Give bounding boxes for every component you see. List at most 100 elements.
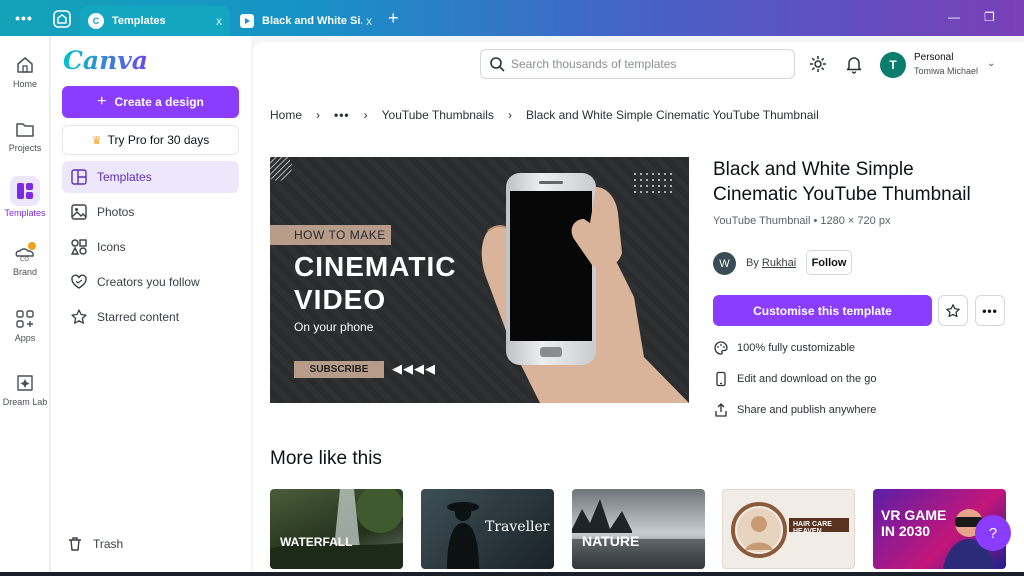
try-pro-button[interactable]: ♛ Try Pro for 30 days [62, 125, 239, 155]
create-design-label: Create a design [114, 95, 204, 109]
nav-item-icons[interactable]: Icons [62, 231, 239, 263]
restore-button[interactable]: ❐ [984, 10, 995, 24]
chevron-right-icon: › [363, 108, 368, 122]
feature-label: Edit and download on the go [737, 373, 877, 385]
rail-item-dream-lab[interactable]: Dream Lab [0, 372, 50, 407]
trash-label: Trash [93, 537, 124, 551]
more-like-this-heading: More like this [270, 448, 382, 469]
hatched-circle-decoration [270, 157, 292, 181]
canva-logo[interactable]: Canva [63, 46, 148, 75]
minimize-button[interactable]: — [948, 10, 960, 24]
preview-how-to-label: HOW TO MAKE [270, 225, 391, 245]
more-options-button[interactable]: ••• [975, 295, 1005, 326]
tab-title: Templates [112, 15, 166, 27]
feature-edit-download: Edit and download on the go [713, 371, 876, 387]
star-icon [946, 303, 960, 317]
templates-icon [17, 183, 33, 199]
trash-button[interactable]: Trash [67, 536, 123, 552]
template-preview[interactable]: HOW TO MAKE CINEMATIC VIDEO On your phon… [270, 157, 689, 403]
apps-icon [16, 310, 34, 328]
feature-share-publish: Share and publish anywhere [713, 402, 876, 418]
star-button[interactable] [938, 295, 968, 326]
breadcrumb-category[interactable]: YouTube Thumbnails [382, 108, 494, 122]
nav-label: Templates [97, 170, 152, 184]
creator-avatar[interactable]: W [713, 252, 736, 275]
nav-label: Starred content [97, 310, 180, 324]
more-dots-icon: ••• [982, 303, 998, 318]
nav-item-creators[interactable]: Creators you follow [62, 266, 239, 298]
rail-item-home[interactable]: Home [0, 54, 50, 89]
rail-item-projects[interactable]: Projects [0, 118, 50, 153]
rail-item-templates[interactable]: Templates [0, 176, 50, 218]
related-template-traveller[interactable]: Traveller [421, 489, 554, 569]
home-icon [17, 57, 33, 73]
new-tab-button[interactable]: + [388, 8, 399, 29]
rail-label: Projects [8, 143, 42, 153]
folder-icon [16, 123, 34, 137]
tab-templates[interactable]: C Templates x [80, 6, 230, 36]
breadcrumb-home[interactable]: Home [270, 108, 302, 122]
template-title: Black and White Simple Cinematic YouTube… [713, 159, 971, 205]
search-icon [490, 57, 505, 72]
dot-grid-decoration [634, 173, 672, 193]
dream-lab-icon [17, 375, 33, 391]
youtube-favicon-icon [240, 14, 254, 28]
related-template-hair-care[interactable]: HAIR CARE HEAVEN [722, 489, 855, 569]
create-design-button[interactable]: + Create a design [62, 86, 239, 118]
trash-icon [69, 537, 81, 551]
taskbar-edge [0, 572, 1024, 576]
preview-arrows-icon: ◀◀◀◀ [392, 361, 436, 376]
rail-label: Dream Lab [2, 397, 48, 407]
breadcrumb-more[interactable]: ••• [334, 108, 350, 122]
tab-close-icon[interactable]: x [216, 14, 222, 28]
rail-label: Brand [12, 267, 38, 277]
nav-item-templates[interactable]: Templates [62, 161, 239, 193]
templates-icon [71, 169, 87, 185]
tab-black-white-thumbnail[interactable]: Black and White Si... x [232, 6, 380, 36]
help-button[interactable]: ? [975, 515, 1011, 551]
svg-text:CO: CO [20, 256, 29, 263]
chevron-right-icon: › [507, 108, 512, 122]
search-input[interactable] [511, 57, 781, 71]
rail-item-apps[interactable]: Apps [0, 308, 50, 343]
feature-customizable: 100% fully customizable [713, 340, 855, 356]
creator-name-link[interactable]: Rukhai [762, 257, 796, 269]
by-label: By [746, 257, 759, 269]
follow-button[interactable]: Follow [806, 250, 852, 275]
nav-label: Photos [97, 205, 135, 219]
related-template-nature[interactable]: NATURE [572, 489, 705, 569]
nav-item-photos[interactable]: Photos [62, 196, 239, 228]
browser-home-icon[interactable] [52, 9, 72, 29]
thumb-label: HAIR CARE HEAVEN [793, 521, 832, 535]
breadcrumb-current: Black and White Simple Cinematic YouTube… [525, 108, 819, 122]
browser-menu-icon[interactable]: ••• [10, 10, 38, 26]
settings-gear-icon[interactable] [808, 54, 828, 74]
side-panel: Canva + Create a design ♛ Try Pro for 30… [51, 36, 251, 576]
creator-byline: By Rukhai [746, 257, 796, 269]
thumb-label: WATERFALL [280, 535, 353, 549]
nature-lake-image [572, 499, 705, 569]
left-rail: Home Projects Templates CO Brand Apps Dr… [0, 36, 50, 576]
star-icon [71, 309, 87, 324]
palette-icon [714, 341, 728, 355]
thumb-label: VR GAME IN 2030 [881, 507, 947, 539]
notifications-bell-icon[interactable] [844, 54, 864, 74]
account-chevron-down-icon[interactable]: ⌄ [987, 58, 995, 69]
share-icon [715, 403, 727, 417]
tab-close-icon[interactable]: x [366, 14, 372, 28]
rail-label: Apps [14, 333, 36, 343]
account-avatar[interactable]: T [880, 52, 906, 78]
account-type[interactable]: Personal [914, 52, 953, 63]
nav-item-starred[interactable]: Starred content [62, 301, 239, 333]
search-bar[interactable] [480, 49, 795, 79]
nav-label: Icons [97, 240, 126, 254]
feature-label: 100% fully customizable [737, 342, 856, 354]
waterfall-image [270, 489, 403, 569]
related-template-waterfall[interactable]: WATERFALL [270, 489, 403, 569]
rail-item-brand[interactable]: CO Brand [0, 242, 50, 277]
account-username[interactable]: Tomiwa Michael [914, 66, 978, 76]
chevron-right-icon: › [316, 108, 321, 122]
preview-subheading: On your phone [294, 320, 374, 334]
customise-template-button[interactable]: Customise this template [713, 295, 932, 326]
heart-icon [71, 274, 87, 289]
